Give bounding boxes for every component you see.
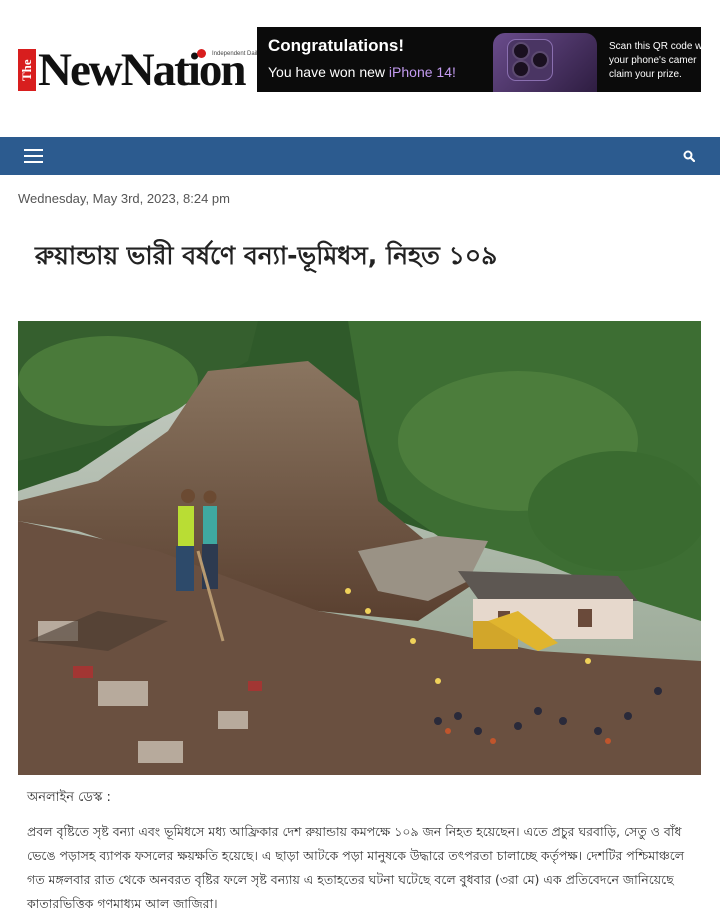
ad-subline-highlight: iPhone 14!	[388, 64, 456, 80]
logo-tagline: Independent Daily	[212, 51, 261, 57]
ad-headline: Congratulations!	[268, 36, 404, 55]
ad-camera-lens	[512, 60, 530, 78]
ad-subline: You have won new iPhone 14!	[268, 64, 456, 80]
ad-qr-line: Scan this QR code w	[609, 41, 701, 52]
site-logo[interactable]: The NewNation Independent Daily	[18, 45, 260, 95]
landslide-photo-illustration	[18, 321, 701, 775]
article-headline: রুয়ান্ডায় ভারী বর্ষণে বন্যা-ভূমিধস, নি…	[35, 241, 498, 270]
article-body: প্রবল বৃষ্টিতে সৃষ্ট বন্যা এবং ভূমিধসে ম…	[27, 824, 685, 911]
ad-subline-prefix: You have won new	[268, 64, 389, 80]
article-date: Wednesday, May 3rd, 2023, 8:24 pm	[18, 191, 230, 206]
site-header: The NewNation Independent Daily Congratu…	[0, 0, 720, 137]
hamburger-menu-icon[interactable]	[24, 149, 43, 164]
search-icon[interactable]	[683, 150, 695, 162]
logo-the-mark: The	[18, 49, 36, 91]
logo-red-dot	[197, 49, 206, 58]
advertisement-banner[interactable]: Congratulations! You have won new iPhone…	[257, 27, 701, 92]
article-photo	[18, 321, 701, 775]
ad-camera-lens	[512, 42, 530, 60]
article-desk-credit: অনলাইন ডেস্ক :	[27, 790, 111, 805]
main-navbar	[0, 137, 720, 175]
ad-camera-lens	[531, 51, 549, 69]
ad-qr-line: your phone's camer	[609, 55, 697, 66]
ad-qr-line: claim your prize.	[609, 69, 682, 80]
ad-qr-instructions: Scan this QR code w your phone's camer c…	[609, 40, 701, 82]
